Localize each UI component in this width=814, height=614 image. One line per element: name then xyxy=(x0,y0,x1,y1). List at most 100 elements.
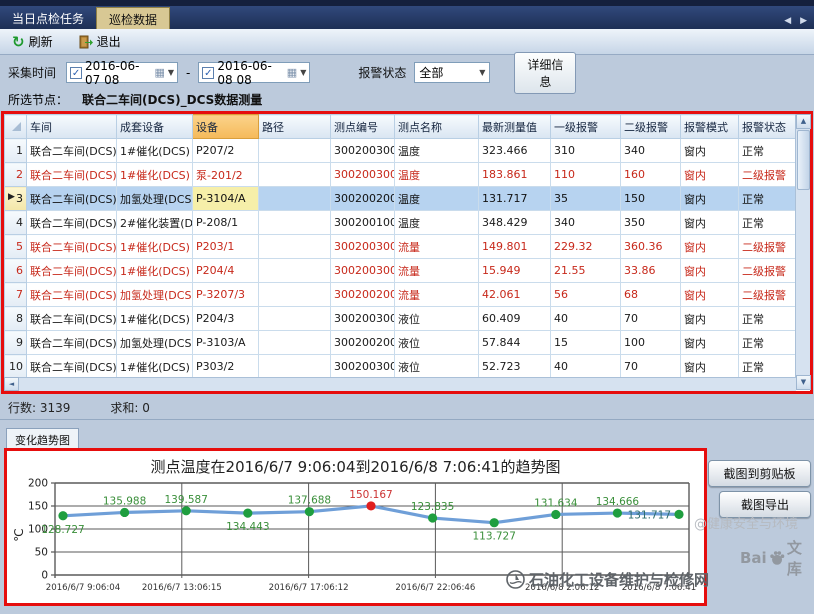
table-row[interactable]: 8联合二车间(DCS)1#催化(DCS)P204/3300200300...液位… xyxy=(5,307,797,331)
trend-tab-strip: 变化趋势图 xyxy=(0,428,814,449)
column-header-8[interactable]: 一级报警 xyxy=(551,115,621,139)
cell: 70 xyxy=(621,307,681,331)
dropdown-caret-icon[interactable]: ▼ xyxy=(300,68,306,77)
tab-patrol-data[interactable]: 巡检数据 xyxy=(96,7,170,29)
tab-daily-inspection[interactable]: 当日点检任务 xyxy=(0,6,96,29)
column-header-6[interactable]: 测点名称 xyxy=(395,115,479,139)
cell: P-3104/A xyxy=(193,187,259,211)
cell xyxy=(259,307,331,331)
svg-text:139.587: 139.587 xyxy=(164,494,207,506)
screenshot-export-button[interactable]: 截图导出 xyxy=(719,491,811,518)
table-row[interactable]: 2联合二车间(DCS)1#催化(DCS)泵-201/2300200300...温… xyxy=(5,163,797,187)
cell: 联合二车间(DCS) xyxy=(27,259,117,283)
cell: 15 xyxy=(551,331,621,355)
refresh-button[interactable]: ↻ 刷新 xyxy=(6,31,59,52)
cell xyxy=(259,211,331,235)
calendar-icon: ▦ xyxy=(287,67,297,78)
current-row-marker-icon: ▶ xyxy=(8,192,15,202)
cell: 340 xyxy=(551,211,621,235)
scroll-left-icon[interactable]: ◄ xyxy=(4,377,19,391)
cell: 56 xyxy=(551,283,621,307)
cell: 229.32 xyxy=(551,235,621,259)
cell: 流量 xyxy=(395,235,479,259)
cell: 340 xyxy=(621,139,681,163)
cell: 300200300... xyxy=(331,259,395,283)
select-all-corner[interactable] xyxy=(5,115,27,139)
table-row[interactable]: 4联合二车间(DCS)2#催化装置(DCS)P-208/1300200100..… xyxy=(5,211,797,235)
cell: 42.061 xyxy=(479,283,551,307)
cell: 联合二车间(DCS) xyxy=(27,307,117,331)
time-to-value: 2016-06-08 08 xyxy=(217,59,283,87)
column-header-5[interactable]: 测点编号 xyxy=(331,115,395,139)
svg-text:150: 150 xyxy=(28,501,48,513)
cell: 联合二车间(DCS) xyxy=(27,283,117,307)
cell: 窗内 xyxy=(681,355,739,379)
cell: 40 xyxy=(551,307,621,331)
column-header-1[interactable]: 车间 xyxy=(27,115,117,139)
svg-text:123.835: 123.835 xyxy=(411,501,454,513)
column-header-11[interactable]: 报警状态 xyxy=(739,115,797,139)
cell: 窗内 xyxy=(681,235,739,259)
cell: 70 xyxy=(621,355,681,379)
alarm-state-label: 报警状态 xyxy=(358,64,406,81)
cell: P204/4 xyxy=(193,259,259,283)
baidu-paw-icon xyxy=(768,548,786,568)
cell: 联合二车间(DCS) xyxy=(27,331,117,355)
cell: 1#催化(DCS) xyxy=(117,259,193,283)
cell: 液位 xyxy=(395,307,479,331)
checkbox-checked-icon[interactable]: ✓ xyxy=(202,67,214,79)
cell: 57.844 xyxy=(479,331,551,355)
checkbox-checked-icon[interactable]: ✓ xyxy=(70,67,82,79)
column-header-9[interactable]: 二级报警 xyxy=(621,115,681,139)
svg-text:2016/6/8 2:06:12: 2016/6/8 2:06:12 xyxy=(525,583,599,593)
exit-button[interactable]: 退出 xyxy=(73,31,127,52)
svg-text:134.443: 134.443 xyxy=(226,521,269,533)
row-number: ▶3 xyxy=(5,187,27,211)
column-header-10[interactable]: 报警模式 xyxy=(681,115,739,139)
svg-text:134.666: 134.666 xyxy=(596,496,640,508)
cell: 联合二车间(DCS) xyxy=(27,355,117,379)
table-row[interactable]: 7联合二车间(DCS)加氢处理(DCS)P-3207/3300200200...… xyxy=(5,283,797,307)
time-from-picker[interactable]: ✓ 2016-06-07 08 ▦ ▼ xyxy=(66,62,178,83)
tab-scroll-arrows-icon[interactable]: ◀ ▶ xyxy=(784,16,810,26)
data-grid-annotation-box: 车间成套设备设备路径测点编号测点名称最新测量值一级报警二级报警报警模式报警状态 … xyxy=(1,111,813,394)
cell: 温度 xyxy=(395,139,479,163)
column-header-7[interactable]: 最新测量值 xyxy=(479,115,551,139)
svg-text:137.688: 137.688 xyxy=(288,495,331,507)
row-number: 10 xyxy=(5,355,27,379)
scroll-down-icon[interactable]: ▼ xyxy=(796,375,811,390)
cell: 窗内 xyxy=(681,283,739,307)
cell: 1#催化(DCS) xyxy=(117,163,193,187)
table-row[interactable]: 6联合二车间(DCS)1#催化(DCS)P204/4300200300...流量… xyxy=(5,259,797,283)
horizontal-scrollbar[interactable]: ◄ xyxy=(4,377,796,391)
scrollbar-thumb[interactable] xyxy=(797,130,810,190)
table-row[interactable]: 1联合二车间(DCS)1#催化(DCS)P207/2300200300...温度… xyxy=(5,139,797,163)
cell: 300200100... xyxy=(331,211,395,235)
vertical-scrollbar[interactable]: ▲ ▼ xyxy=(795,114,810,390)
cell: 正常 xyxy=(739,139,797,163)
detail-info-button[interactable]: 详细信息 xyxy=(514,52,576,94)
screenshot-to-clipboard-button[interactable]: 截图到剪贴板 xyxy=(708,460,811,487)
grid-status-row: 行数: 3139 求和: 0 xyxy=(0,399,814,417)
cell: 100 xyxy=(621,331,681,355)
table-row[interactable]: 9联合二车间(DCS)加氢处理(DCS)P-3103/A300200200...… xyxy=(5,331,797,355)
cell: 窗内 xyxy=(681,163,739,187)
cell: 正常 xyxy=(739,187,797,211)
dropdown-caret-icon[interactable]: ▼ xyxy=(168,68,174,77)
column-header-2[interactable]: 成套设备 xyxy=(117,115,193,139)
table-row[interactable]: 5联合二车间(DCS)1#催化(DCS)P203/1300200300...流量… xyxy=(5,235,797,259)
watermark-baidu-wenku: Bai 文库 xyxy=(740,537,814,579)
cell: 21.55 xyxy=(551,259,621,283)
svg-text:2016/6/8 7:06:41: 2016/6/8 7:06:41 xyxy=(622,583,696,593)
cell: 300200300... xyxy=(331,355,395,379)
column-header-4[interactable]: 路径 xyxy=(259,115,331,139)
cell: P-3103/A xyxy=(193,331,259,355)
table-row[interactable]: ▶3联合二车间(DCS)加氢处理(DCS)P-3104/A300200200..… xyxy=(5,187,797,211)
cell: 52.723 xyxy=(479,355,551,379)
time-to-picker[interactable]: ✓ 2016-06-08 08 ▦ ▼ xyxy=(198,62,310,83)
table-row[interactable]: 10联合二车间(DCS)1#催化(DCS)P303/2300200300...液… xyxy=(5,355,797,379)
row-number: 9 xyxy=(5,331,27,355)
column-header-3[interactable]: 设备 xyxy=(193,115,259,139)
alarm-state-select[interactable]: 全部 ▼ xyxy=(414,62,490,83)
scroll-up-icon[interactable]: ▲ xyxy=(796,114,811,129)
